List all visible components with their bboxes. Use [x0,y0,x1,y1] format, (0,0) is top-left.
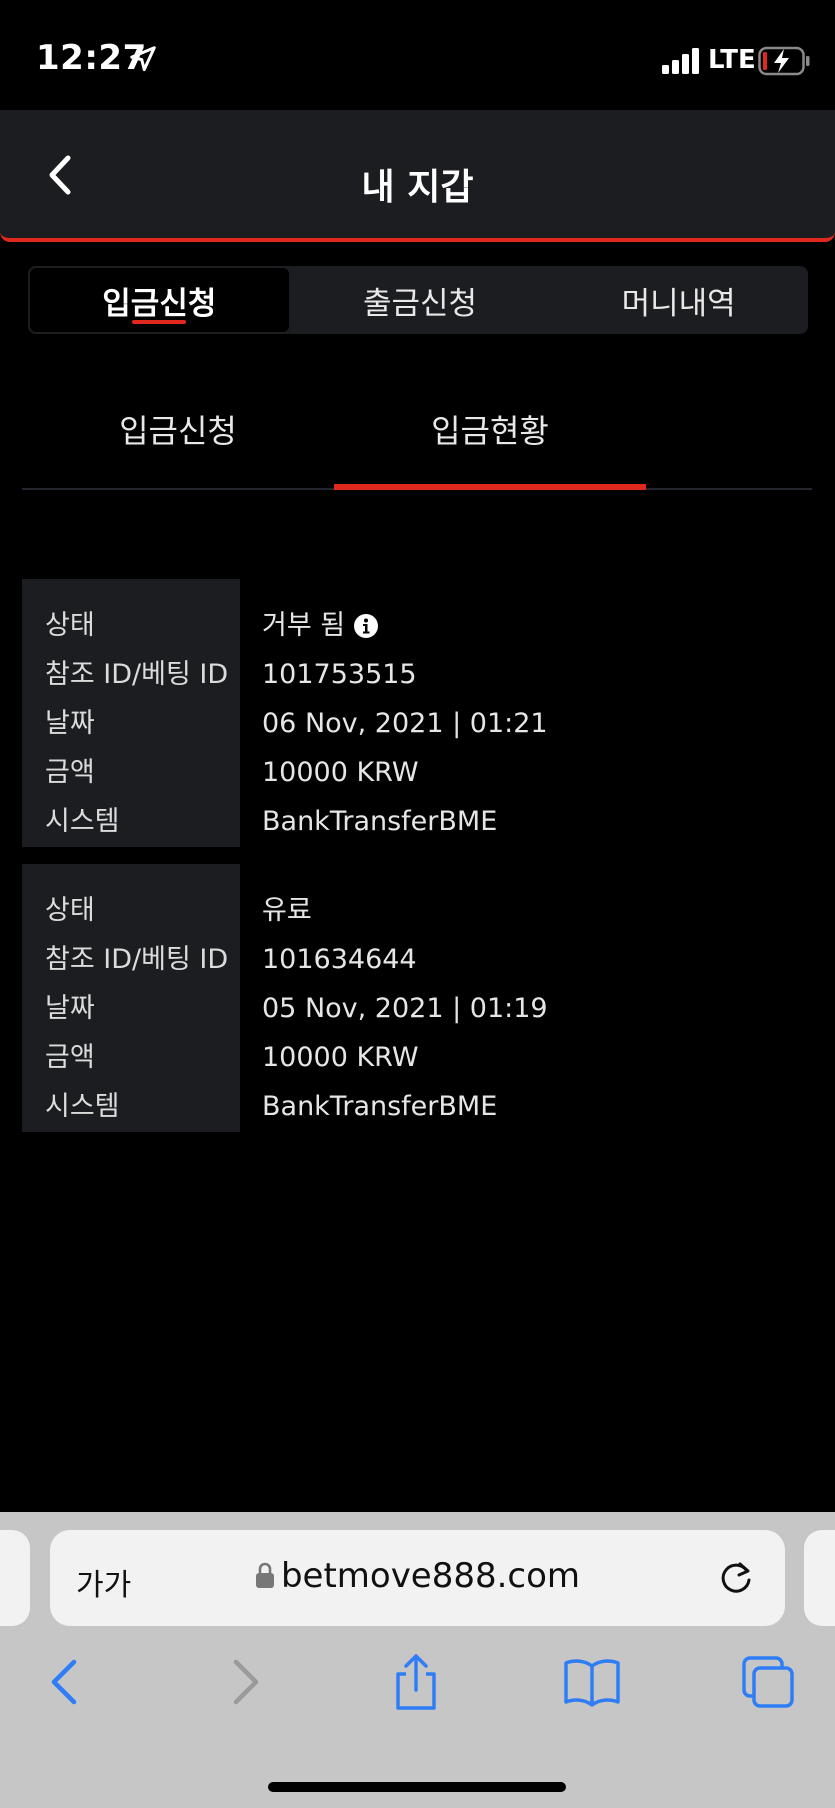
reload-icon[interactable] [716,1558,756,1598]
status-bar: 12:27 LTE [0,0,835,110]
record-label: 상태 [45,610,95,641]
subtab-label: 입금현황 [431,412,549,450]
record-status-value: 거부 됨 [262,601,379,650]
record-row-date: 날짜 05 Nov, 2021 | 01:19 [22,984,812,1033]
record-label: 날짜 [45,708,95,739]
info-icon[interactable] [353,613,379,639]
tabs-icon[interactable] [738,1652,798,1712]
subtab-deposit-status[interactable]: 입금현황 [334,390,646,490]
battery-charging-icon [758,46,810,76]
record-ref-id-value: 101634644 [262,944,417,975]
active-tab-indicator [132,320,187,324]
record-amount-value: 10000 KRW [262,1042,419,1073]
wallet-tabs: 입금신청 출금신청 머니내역 [28,266,808,334]
tab-money-history[interactable]: 머니내역 [549,266,808,334]
status-text: 거부 됨 [262,610,346,641]
record-row-status: 상태 거부 됨 [22,601,812,650]
record-label: 시스템 [45,806,120,837]
tab-deposit-request[interactable]: 입금신청 [28,266,291,334]
record-system-value: BankTransferBME [262,806,498,837]
location-arrow-icon [130,46,156,72]
record-ref-id-value: 101753515 [262,659,417,690]
record-label: 금액 [45,1042,95,1073]
record-label: 금액 [45,757,95,788]
record-status-value: 유료 [262,895,312,926]
page-title: 내 지갑 [361,167,474,208]
record-amount-value: 10000 KRW [262,757,419,788]
address-bar[interactable]: 가가 betmove888.com [50,1530,785,1626]
tab-label: 출금신청 [362,285,478,322]
cellular-signal-icon [662,48,699,74]
record-row-amount: 금액 10000 KRW [22,748,812,797]
browser-toolbar: 가가 betmove888.com [0,1512,835,1808]
record-row-system: 시스템 BankTransferBME [22,1082,812,1131]
url-display[interactable]: betmove888.com [50,1556,785,1596]
record-date-value: 05 Nov, 2021 | 01:19 [262,993,548,1024]
record-label: 상태 [45,895,95,926]
subtab-label: 입금신청 [119,412,237,450]
previous-tab-preview[interactable] [0,1530,30,1626]
record-row-system: 시스템 BankTransferBME [22,797,812,846]
app-header: 내 지갑 [0,110,835,242]
browser-back-icon[interactable] [36,1652,96,1712]
record-label: 시스템 [45,1091,120,1122]
deposit-subtabs: 입금신청 입금현황 [22,390,812,490]
record-row-ref-id: 참조 ID/베팅 ID 101753515 [22,650,812,699]
lock-icon [255,1562,274,1588]
tab-label: 머니내역 [621,285,736,322]
record-label: 날짜 [45,993,95,1024]
record-system-value: BankTransferBME [262,1091,498,1122]
network-type: LTE [708,45,756,75]
active-subtab-indicator [334,484,646,490]
home-indicator [268,1782,566,1792]
browser-forward-icon[interactable] [214,1652,274,1712]
bookmarks-icon[interactable] [562,1652,622,1712]
record-label: 참조 ID/베팅 ID [45,659,229,690]
record-date-value: 06 Nov, 2021 | 01:21 [262,708,548,739]
record-row-amount: 금액 10000 KRW [22,1033,812,1082]
subtab-deposit-request[interactable]: 입금신청 [22,390,334,488]
record-row-ref-id: 참조 ID/베팅 ID 101634644 [22,935,812,984]
record-row-status: 상태 유료 [22,886,812,935]
share-icon[interactable] [386,1652,446,1712]
tab-withdraw-request[interactable]: 출금신청 [291,266,550,334]
next-tab-preview[interactable] [804,1530,835,1626]
url-text: betmove888.com [280,1556,581,1596]
record-label: 참조 ID/베팅 ID [45,944,229,975]
record-row-date: 날짜 06 Nov, 2021 | 01:21 [22,699,812,748]
tab-label: 입금신청 [102,285,217,322]
